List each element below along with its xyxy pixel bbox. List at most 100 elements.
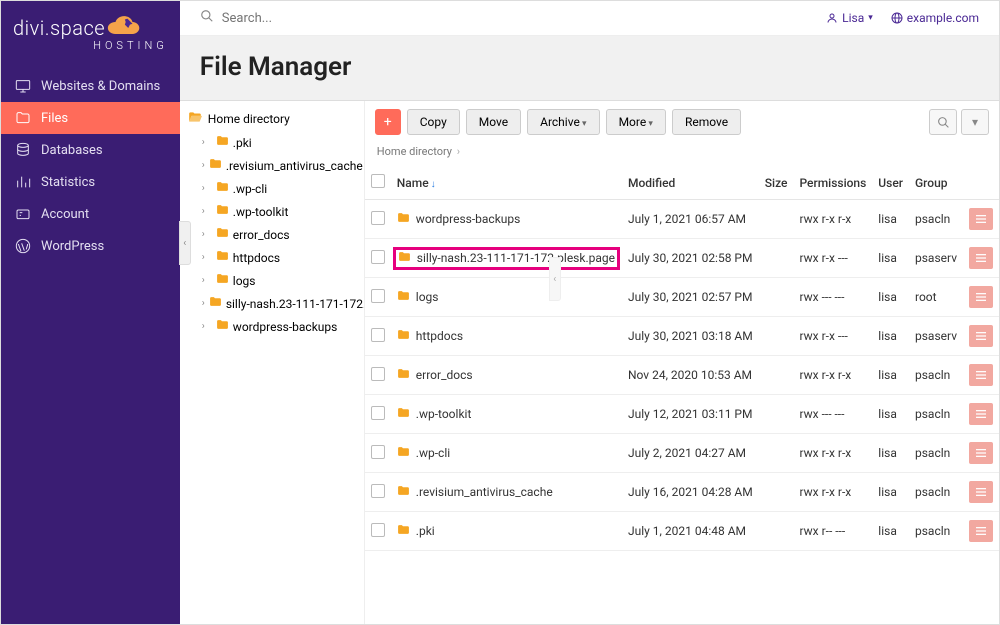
col-user-header[interactable]: User [872, 166, 909, 200]
file-name-cell[interactable]: wordpress-backups [397, 212, 616, 227]
domain-link[interactable]: example.com [891, 11, 979, 25]
sidebar-item-statistics[interactable]: Statistics [1, 166, 180, 198]
file-name[interactable]: error_docs [416, 368, 473, 382]
tree-item[interactable]: ›wordpress-backups [198, 315, 364, 338]
file-table: Name↓ Modified Size Permissions User Gro… [365, 166, 999, 551]
wordpress-icon [15, 238, 31, 254]
table-row: .revisium_antivirus_cache July 16, 2021 0… [365, 473, 999, 512]
sidebar-item-label: Account [41, 207, 89, 222]
folder-icon [209, 158, 222, 173]
chevron-right-icon: › [202, 298, 205, 309]
file-name[interactable]: .pki [416, 524, 435, 538]
file-name-cell[interactable]: logs [397, 290, 616, 305]
row-actions-button[interactable] [969, 286, 993, 308]
row-actions-button[interactable] [969, 247, 993, 269]
tree-item[interactable]: ›.revisium_antivirus_cache [198, 154, 364, 177]
tree-root[interactable]: Home directory [180, 107, 364, 131]
file-group: psacln [909, 395, 963, 434]
row-actions-button[interactable] [969, 442, 993, 464]
table-row: silly-nash.23-111-171-172.plesk.pageJuly… [365, 239, 999, 278]
col-group-header[interactable]: Group [909, 166, 963, 200]
col-size-header[interactable]: Size [759, 166, 794, 200]
col-modified-header[interactable]: Modified [622, 166, 759, 200]
file-name-cell[interactable]: .revisium_antivirus_cache [397, 485, 616, 500]
chevron-right-icon: › [202, 206, 212, 217]
row-checkbox[interactable] [371, 211, 385, 225]
brand-logo: divi.space HOSTING [1, 1, 180, 70]
file-permissions: rwx r-x --- [793, 239, 872, 278]
tree-item-label: httpdocs [233, 251, 280, 265]
tree-item[interactable]: ›error_docs [198, 223, 364, 246]
row-actions-button[interactable] [969, 403, 993, 425]
copy-button[interactable]: Copy [407, 109, 460, 135]
archive-button[interactable]: Archive [527, 109, 599, 135]
file-modified: July 30, 2021 03:18 AM [622, 317, 759, 356]
tree-item[interactable]: ›logs [198, 269, 364, 292]
row-actions-button[interactable] [969, 364, 993, 386]
file-user: lisa [872, 278, 909, 317]
folder-icon [216, 319, 229, 334]
more-button[interactable]: More [606, 109, 666, 135]
col-perm-header[interactable]: Permissions [793, 166, 872, 200]
move-button[interactable]: Move [466, 109, 521, 135]
settings-button[interactable]: ▾ [961, 109, 989, 135]
file-name-cell[interactable]: .wp-toolkit [397, 407, 616, 422]
sidebar-item-websites[interactable]: Websites & Domains [1, 70, 180, 102]
table-row: wordpress-backupsJuly 1, 2021 06:57 AMrw… [365, 200, 999, 239]
collapse-sidebar-handle[interactable]: ‹ [179, 221, 191, 265]
sidebar-item-files[interactable]: Files [1, 102, 180, 134]
file-name[interactable]: silly-nash.23-111-171-172.plesk.page [417, 251, 615, 265]
file-modified: Nov 24, 2020 10:53 AM [622, 356, 759, 395]
file-name-cell[interactable]: error_docs [397, 368, 616, 383]
row-checkbox[interactable] [371, 484, 385, 498]
file-name[interactable]: .wp-toolkit [416, 407, 472, 421]
sort-asc-icon: ↓ [431, 179, 436, 190]
tree-item[interactable]: ›httpdocs [198, 246, 364, 269]
row-actions-button[interactable] [969, 481, 993, 503]
file-name-cell[interactable]: httpdocs [397, 329, 616, 344]
file-name[interactable]: wordpress-backups [416, 212, 521, 226]
tree-item[interactable]: ›.wp-cli [198, 177, 364, 200]
search-files-button[interactable] [929, 109, 957, 135]
row-checkbox[interactable] [371, 289, 385, 303]
sidebar-item-databases[interactable]: Databases [1, 134, 180, 166]
add-button[interactable]: + [375, 109, 401, 135]
file-name[interactable]: .wp-cli [416, 446, 450, 460]
sidebar-item-wordpress[interactable]: WordPress [1, 230, 180, 262]
row-checkbox[interactable] [371, 328, 385, 342]
search-input[interactable] [222, 11, 422, 26]
file-name[interactable]: httpdocs [416, 329, 463, 343]
sidebar-item-account[interactable]: Account [1, 198, 180, 230]
file-modified: July 16, 2021 04:28 AM [622, 473, 759, 512]
collapse-tree-handle[interactable]: ‹ [549, 257, 561, 301]
row-checkbox[interactable] [371, 523, 385, 537]
file-name[interactable]: logs [416, 290, 439, 304]
row-checkbox[interactable] [371, 445, 385, 459]
file-name-cell[interactable]: .wp-cli [397, 446, 616, 461]
breadcrumb[interactable]: Home directory [365, 143, 999, 166]
brand-name: divi.space [13, 16, 105, 40]
folder-icon [216, 273, 229, 288]
tree-item[interactable]: ›.pki [198, 131, 364, 154]
row-checkbox[interactable] [371, 250, 385, 264]
row-actions-button[interactable] [969, 520, 993, 542]
user-menu[interactable]: Lisa ▾ [826, 11, 873, 25]
select-all-checkbox[interactable] [371, 174, 385, 188]
row-checkbox[interactable] [371, 406, 385, 420]
file-name[interactable]: .revisium_antivirus_cache [416, 485, 553, 499]
file-name-cell[interactable]: .pki [397, 524, 616, 539]
row-checkbox[interactable] [371, 367, 385, 381]
user-icon [826, 12, 838, 24]
row-actions-button[interactable] [969, 208, 993, 230]
tree-item[interactable]: ›silly-nash.23-111-171-172.plesk.page [198, 292, 364, 315]
remove-button[interactable]: Remove [672, 109, 741, 135]
chevron-right-icon: › [202, 275, 212, 286]
folder-icon [397, 290, 410, 305]
row-actions-button[interactable] [969, 325, 993, 347]
folder-icon [397, 485, 410, 500]
list-pane: ‹ + Copy Move Archive More Remove ▾ Hom [365, 101, 999, 624]
chevron-right-icon: › [202, 183, 212, 194]
tree-item[interactable]: ›.wp-toolkit [198, 200, 364, 223]
highlighted-folder[interactable]: silly-nash.23-111-171-172.plesk.page [393, 247, 620, 270]
col-name-header[interactable]: Name↓ [391, 166, 622, 200]
